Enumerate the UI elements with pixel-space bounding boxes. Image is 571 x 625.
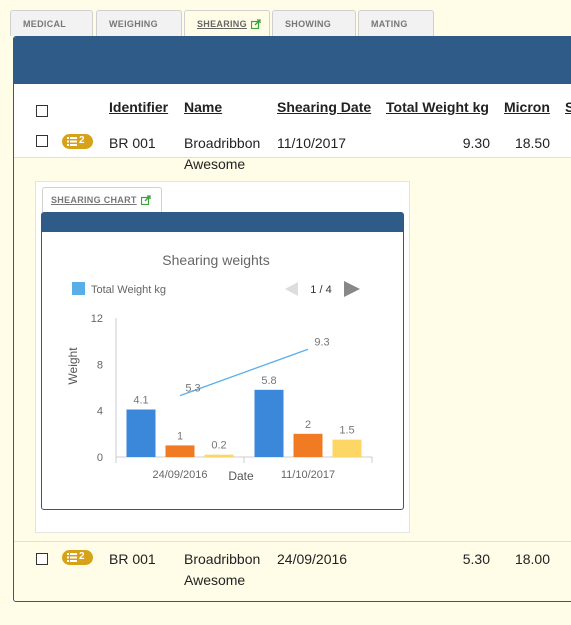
cell-shearing-date: 11/10/2017 [277, 135, 347, 151]
y-tick-label: 4 [97, 406, 103, 418]
column-header-next[interactable]: S [565, 99, 571, 115]
y-tick-label: 12 [91, 313, 103, 325]
cell-name: Broadribbon [184, 135, 261, 151]
notes-badge[interactable]: 2 [62, 134, 93, 149]
column-header-micron[interactable]: Micron [504, 99, 550, 115]
column-header-shearing-date[interactable]: Shearing Date [277, 99, 371, 115]
plot-area: 0481224/09/2016 11/10/20174.15.8120.21.55… [91, 313, 373, 481]
tab-showing-label: SHOWING [285, 19, 332, 29]
row-divider [14, 157, 571, 158]
row-divider [14, 541, 571, 542]
cell-name: Broadribbon [184, 551, 261, 567]
tab-shearing[interactable]: SHEARING [184, 10, 270, 37]
tab-medical[interactable]: MEDICAL [10, 10, 93, 36]
pager-text: 1 / 4 [310, 284, 331, 296]
column-header-identifier[interactable]: Identifier [109, 99, 168, 115]
badge-count: 2 [79, 135, 85, 146]
line-data-label: 9.3 [314, 336, 329, 348]
x-tick-label: 24/09/2016 [152, 469, 207, 481]
x-tick-label: 11/10/2017 [281, 469, 335, 481]
legend-label[interactable]: Total Weight kg [91, 284, 166, 296]
tab-mating[interactable]: MATING [358, 10, 434, 36]
cell-identifier: BR 001 [109, 135, 156, 151]
shearing-panel: Identifier Name Shearing Date Total Weig… [13, 36, 571, 602]
tab-mating-label: MATING [371, 19, 408, 29]
external-link-icon[interactable] [250, 19, 261, 31]
cell-micron: 18.00 [514, 551, 550, 567]
pager-next-icon[interactable] [344, 281, 360, 297]
bar-data-label: 5.8 [261, 375, 276, 387]
tab-weighing[interactable]: WEIGHING [96, 10, 182, 36]
y-axis-label: Weight [66, 347, 80, 385]
notes-badge[interactable]: 2 [62, 550, 93, 565]
tab-shearing-chart[interactable]: SHEARING CHART [42, 187, 162, 212]
panel-header-bar [14, 37, 571, 84]
cell-identifier: BR 001 [109, 551, 156, 567]
external-link-icon[interactable] [140, 195, 151, 207]
bar [204, 454, 234, 457]
line-data-label: 5.3 [185, 383, 200, 395]
cell-micron: 18.50 [514, 135, 550, 151]
y-tick-label: 8 [97, 359, 103, 371]
chart-title: Shearing weights [162, 252, 269, 268]
bar [293, 433, 323, 457]
bar [126, 409, 156, 457]
row-checkbox[interactable] [36, 553, 48, 565]
bar-data-label: 1.5 [339, 425, 354, 437]
shearing-chart-container: SHEARING CHART Shearing weights Total We… [35, 181, 410, 533]
select-all-checkbox[interactable] [36, 105, 48, 117]
legend-swatch [72, 282, 85, 295]
tab-weighing-label: WEIGHING [109, 19, 158, 29]
chart-panel-header-bar [42, 213, 403, 232]
list-icon [67, 553, 77, 565]
x-axis-label: Date [228, 469, 254, 483]
tab-shearing-chart-label: SHEARING CHART [51, 195, 137, 205]
cell-total-weight: 5.30 [462, 551, 490, 567]
cell-name-line2: Awesome [184, 156, 246, 172]
bar-data-label: 2 [305, 419, 311, 431]
bar-data-label: 0.2 [211, 440, 226, 452]
bar [332, 439, 362, 457]
cell-shearing-date: 24/09/2016 [277, 551, 348, 567]
column-header-total-weight[interactable]: Total Weight kg [386, 99, 489, 115]
bar [165, 445, 195, 457]
list-icon [67, 137, 77, 149]
row-checkbox[interactable] [36, 135, 48, 147]
bar-data-label: 1 [177, 430, 183, 442]
cell-total-weight: 9.30 [462, 135, 490, 151]
chart-panel: Shearing weights Total Weight kg 1 / 4 W… [41, 212, 404, 510]
tab-showing[interactable]: SHOWING [272, 10, 356, 36]
tab-medical-label: MEDICAL [23, 19, 67, 29]
cell-name-line2: Awesome [184, 572, 246, 588]
pager-prev-icon[interactable] [285, 282, 298, 296]
bar [254, 389, 284, 457]
y-tick-label: 0 [97, 452, 103, 464]
shearing-weights-chart: Shearing weights Total Weight kg 1 / 4 W… [66, 252, 373, 483]
column-header-name[interactable]: Name [184, 99, 222, 115]
badge-count: 2 [79, 551, 85, 562]
tab-shearing-label: SHEARING [197, 19, 247, 29]
bar-data-label: 4.1 [133, 395, 148, 407]
